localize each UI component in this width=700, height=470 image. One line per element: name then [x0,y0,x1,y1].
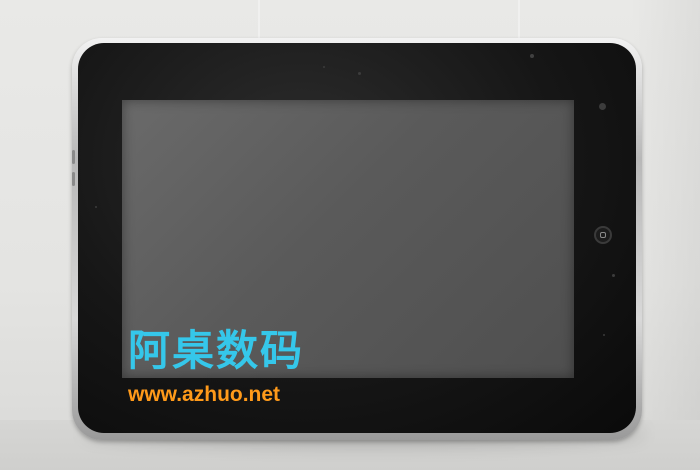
dust-speck [599,103,606,110]
dust-speck [603,334,605,336]
camera-icon [530,54,534,58]
dust-speck [95,206,97,208]
side-button [72,172,75,186]
home-button-icon [594,226,612,244]
dust-speck [323,66,325,68]
side-button [72,150,75,164]
watermark-brand-text: 阿桌数码 [128,326,305,375]
dust-speck [612,274,615,277]
watermark-url-text: www.azhuo.net [128,383,281,406]
home-button-square [600,232,606,238]
dust-speck [358,72,361,75]
